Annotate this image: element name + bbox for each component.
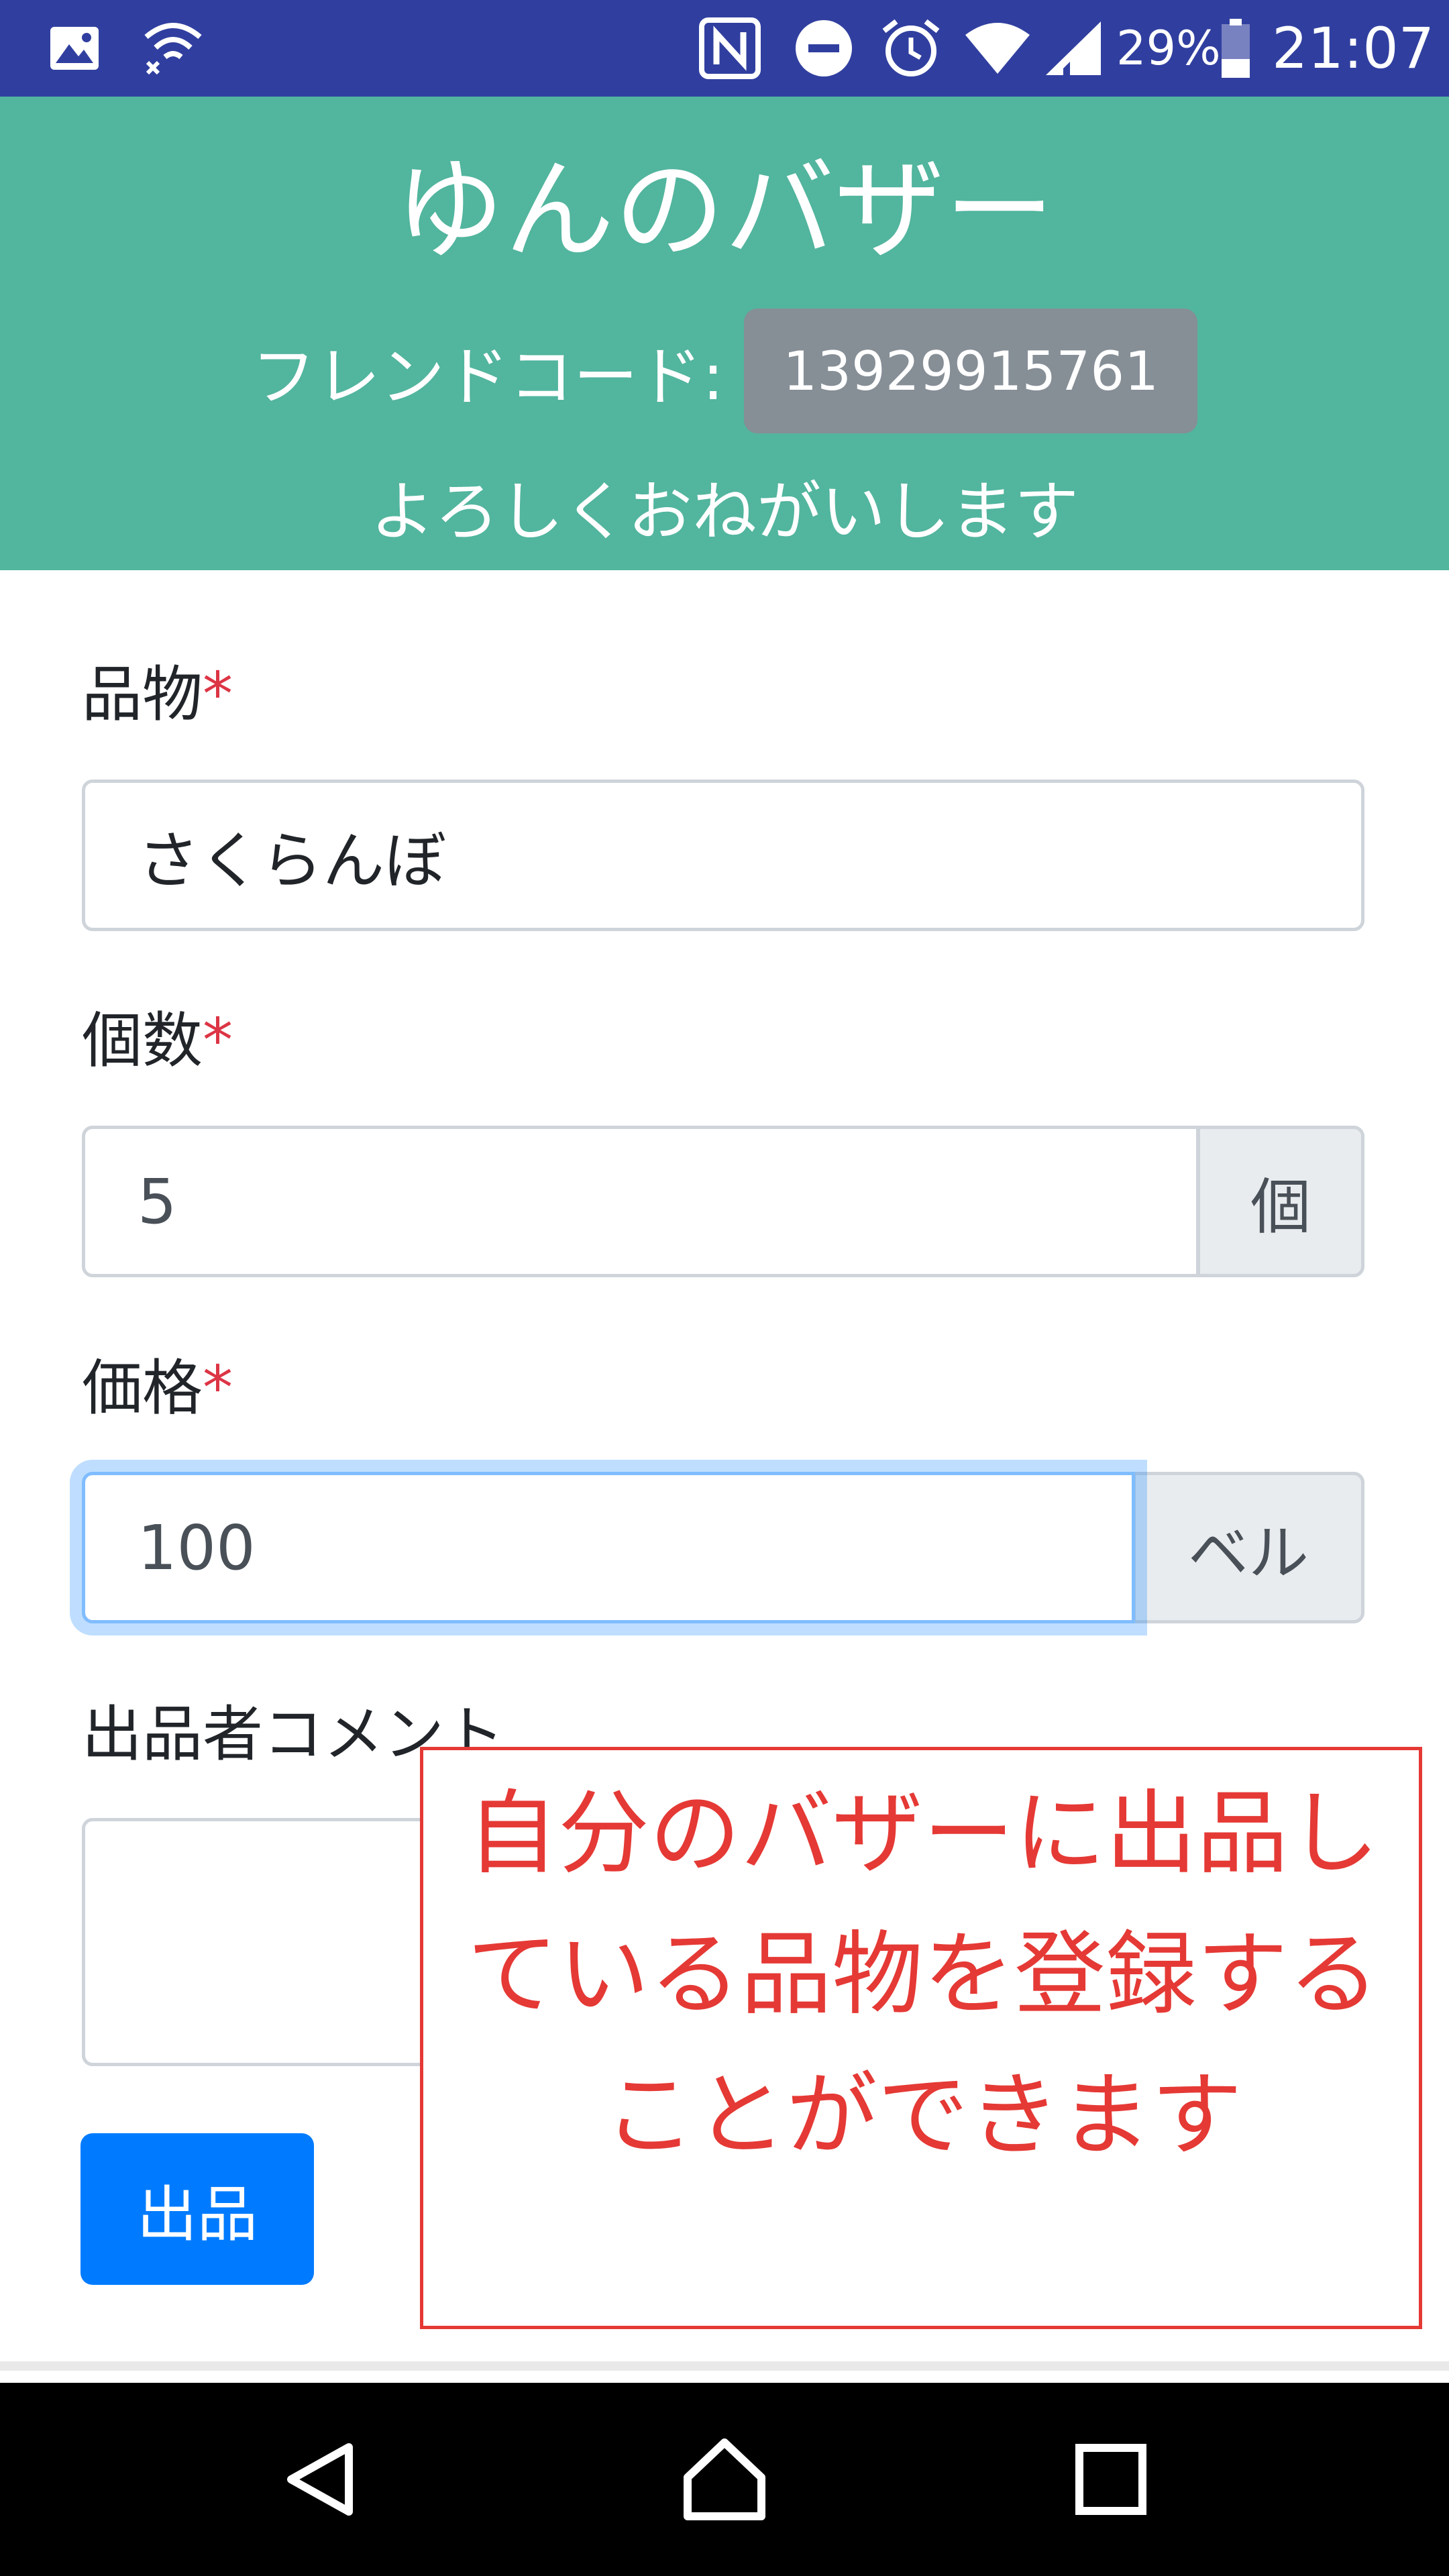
navigation-bar (0, 2383, 1449, 2576)
nfc-icon (695, 0, 765, 97)
greeting-text: よろしくおねがいします (370, 474, 1079, 549)
wifi-off-icon (140, 0, 207, 97)
required-mark: * (203, 1006, 233, 1076)
back-icon[interactable] (221, 2383, 423, 2576)
friend-code-row: フレンドコード: 13929915761 (0, 309, 1449, 433)
gallery-icon (44, 0, 105, 97)
battery-icon (1216, 0, 1256, 97)
annotation-text: 自分のバザーに出品している品物を登録することができます (467, 1781, 1379, 2169)
quantity-label: 個数* (82, 1001, 233, 1081)
required-mark: * (203, 1353, 233, 1424)
quantity-input[interactable]: 5 (82, 1126, 1199, 1277)
page-title: ゆんのバザー (394, 146, 1055, 274)
bazaar-header: ゆんのバザー フレンドコード: 13929915761 よろしくおねがいします (0, 97, 1449, 570)
item-input[interactable]: さくらんぼ (82, 780, 1364, 931)
friend-code-badge: 13929915761 (744, 309, 1198, 433)
item-label: 品物* (82, 655, 233, 735)
footer-divider (0, 2361, 1449, 2371)
quantity-unit: 個 (1197, 1126, 1364, 1277)
price-unit: ベル (1132, 1472, 1364, 1623)
alarm-icon (876, 0, 946, 97)
home-icon[interactable] (624, 2383, 825, 2576)
price-input[interactable]: 100 (82, 1472, 1135, 1623)
do-not-disturb-icon (790, 0, 857, 97)
item-label-text: 品物 (82, 659, 203, 730)
status-bar: 29% 21:07 (0, 0, 1449, 97)
recents-icon[interactable] (1010, 2383, 1212, 2576)
friend-code-label: フレンドコード: (251, 339, 724, 415)
signal-icon (1040, 0, 1107, 97)
required-mark: * (203, 659, 233, 730)
battery-percent: 29% (1116, 21, 1221, 76)
annotation-callout: 自分のバザーに出品している品物を登録することができます (420, 1747, 1422, 2329)
quantity-label-text: 個数 (82, 1006, 203, 1076)
submit-button[interactable]: 出品 (80, 2133, 314, 2285)
wifi-icon (961, 0, 1034, 97)
price-label-text: 価格 (82, 1353, 203, 1424)
clock: 21:07 (1272, 15, 1435, 81)
price-label: 価格* (82, 1348, 233, 1429)
